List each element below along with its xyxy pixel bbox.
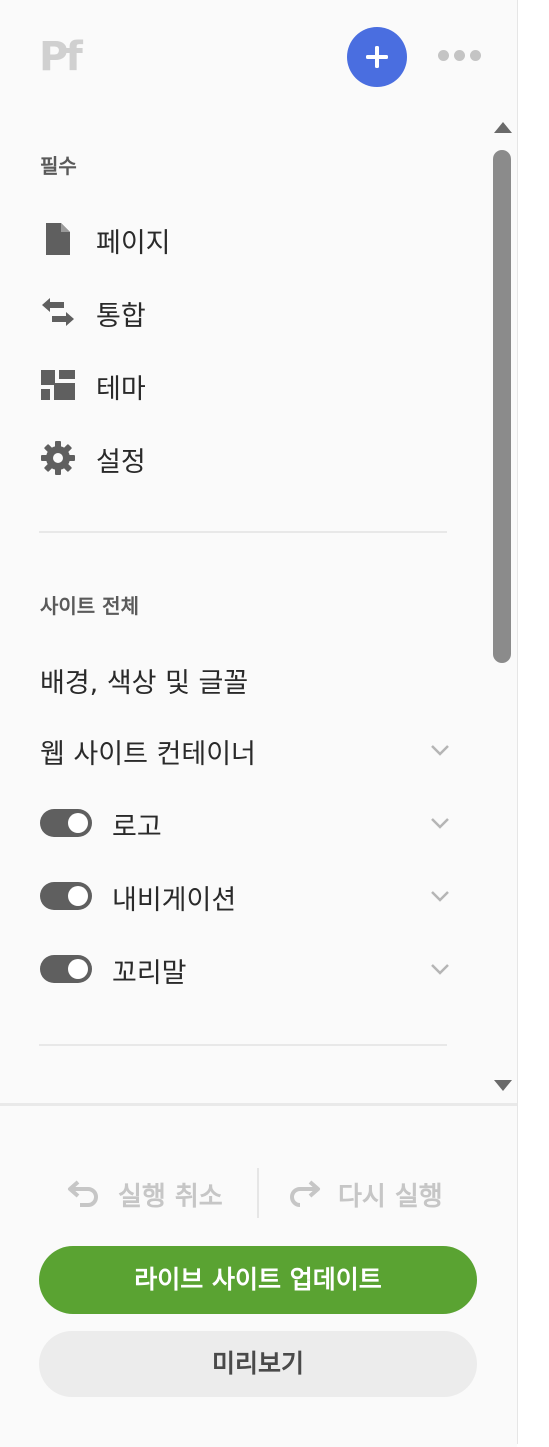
site-item-website-container[interactable]: 웹 사이트 컨테이너 xyxy=(40,726,450,776)
site-item-logo[interactable]: 로고 xyxy=(40,799,450,849)
redo-icon xyxy=(290,1180,320,1207)
section-divider xyxy=(39,1044,447,1046)
nav-item-settings[interactable]: 설정 xyxy=(40,432,450,480)
more-icon xyxy=(438,50,449,61)
section-divider xyxy=(39,531,447,533)
nav-item-label: 페이지 xyxy=(96,228,171,259)
preview-button[interactable]: 미리보기 xyxy=(39,1331,477,1397)
chevron-down-icon[interactable] xyxy=(430,886,450,906)
scroll-down-arrow-icon[interactable] xyxy=(494,1080,512,1091)
undo-label: 실행 취소 xyxy=(118,1182,223,1212)
site-item-navigation[interactable]: 내비게이션 xyxy=(40,872,450,922)
integration-arrows-icon xyxy=(42,298,74,326)
chevron-down-icon[interactable] xyxy=(430,740,450,760)
navigation-toggle[interactable] xyxy=(40,882,92,910)
site-item-label: 꼬리말 xyxy=(112,958,187,989)
site-item-label: 배경, 색상 및 글꼴 xyxy=(40,668,249,699)
nav-item-theme[interactable]: 테마 xyxy=(40,359,450,407)
theme-layout-icon xyxy=(41,370,75,400)
section-title-site-wide: 사이트 전체 xyxy=(40,594,139,618)
page-icon xyxy=(46,223,70,255)
scrollbar-thumb[interactable] xyxy=(493,150,511,663)
scroll-up-arrow-icon[interactable] xyxy=(494,122,512,133)
gear-icon xyxy=(41,441,75,475)
pf-logo: Pf xyxy=(39,34,83,80)
footer-toggle[interactable] xyxy=(40,955,92,983)
site-item-label: 로고 xyxy=(112,812,162,843)
nav-item-integrations[interactable]: 통합 xyxy=(40,286,450,334)
editor-sidebar: Pf 필수 페이지 통합 테마 설정 사이트 전체 배경, 색상 및 글꼴 웹 … xyxy=(0,0,518,1447)
undo-icon xyxy=(68,1180,98,1207)
plus-icon xyxy=(366,46,388,68)
redo-button[interactable]: 다시 실행 xyxy=(286,1168,456,1218)
nav-item-pages[interactable]: 페이지 xyxy=(40,213,450,261)
more-options-button[interactable] xyxy=(438,50,482,62)
undo-redo-separator xyxy=(257,1168,259,1218)
update-live-site-button[interactable]: 라이브 사이트 업데이트 xyxy=(39,1246,477,1314)
site-item-background-colors-fonts[interactable]: 배경, 색상 및 글꼴 xyxy=(40,655,450,705)
site-item-label: 내비게이션 xyxy=(112,885,237,916)
nav-item-label: 테마 xyxy=(96,374,146,405)
sidebar-footer: 실행 취소 다시 실행 라이브 사이트 업데이트 미리보기 xyxy=(0,1103,517,1447)
section-title-essentials: 필수 xyxy=(40,154,77,178)
add-button[interactable] xyxy=(347,27,407,87)
nav-item-label: 통합 xyxy=(96,301,146,332)
site-item-footer[interactable]: 꼬리말 xyxy=(40,945,450,995)
chevron-down-icon[interactable] xyxy=(430,813,450,833)
redo-label: 다시 실행 xyxy=(338,1182,443,1212)
logo-toggle[interactable] xyxy=(40,809,92,837)
sidebar-scroll-area[interactable]: 필수 페이지 통합 테마 설정 사이트 전체 배경, 색상 및 글꼴 웹 사이트… xyxy=(0,110,517,1100)
site-item-label: 웹 사이트 컨테이너 xyxy=(40,739,256,770)
nav-item-label: 설정 xyxy=(96,447,146,478)
undo-button[interactable]: 실행 취소 xyxy=(66,1168,236,1218)
chevron-down-icon[interactable] xyxy=(430,959,450,979)
